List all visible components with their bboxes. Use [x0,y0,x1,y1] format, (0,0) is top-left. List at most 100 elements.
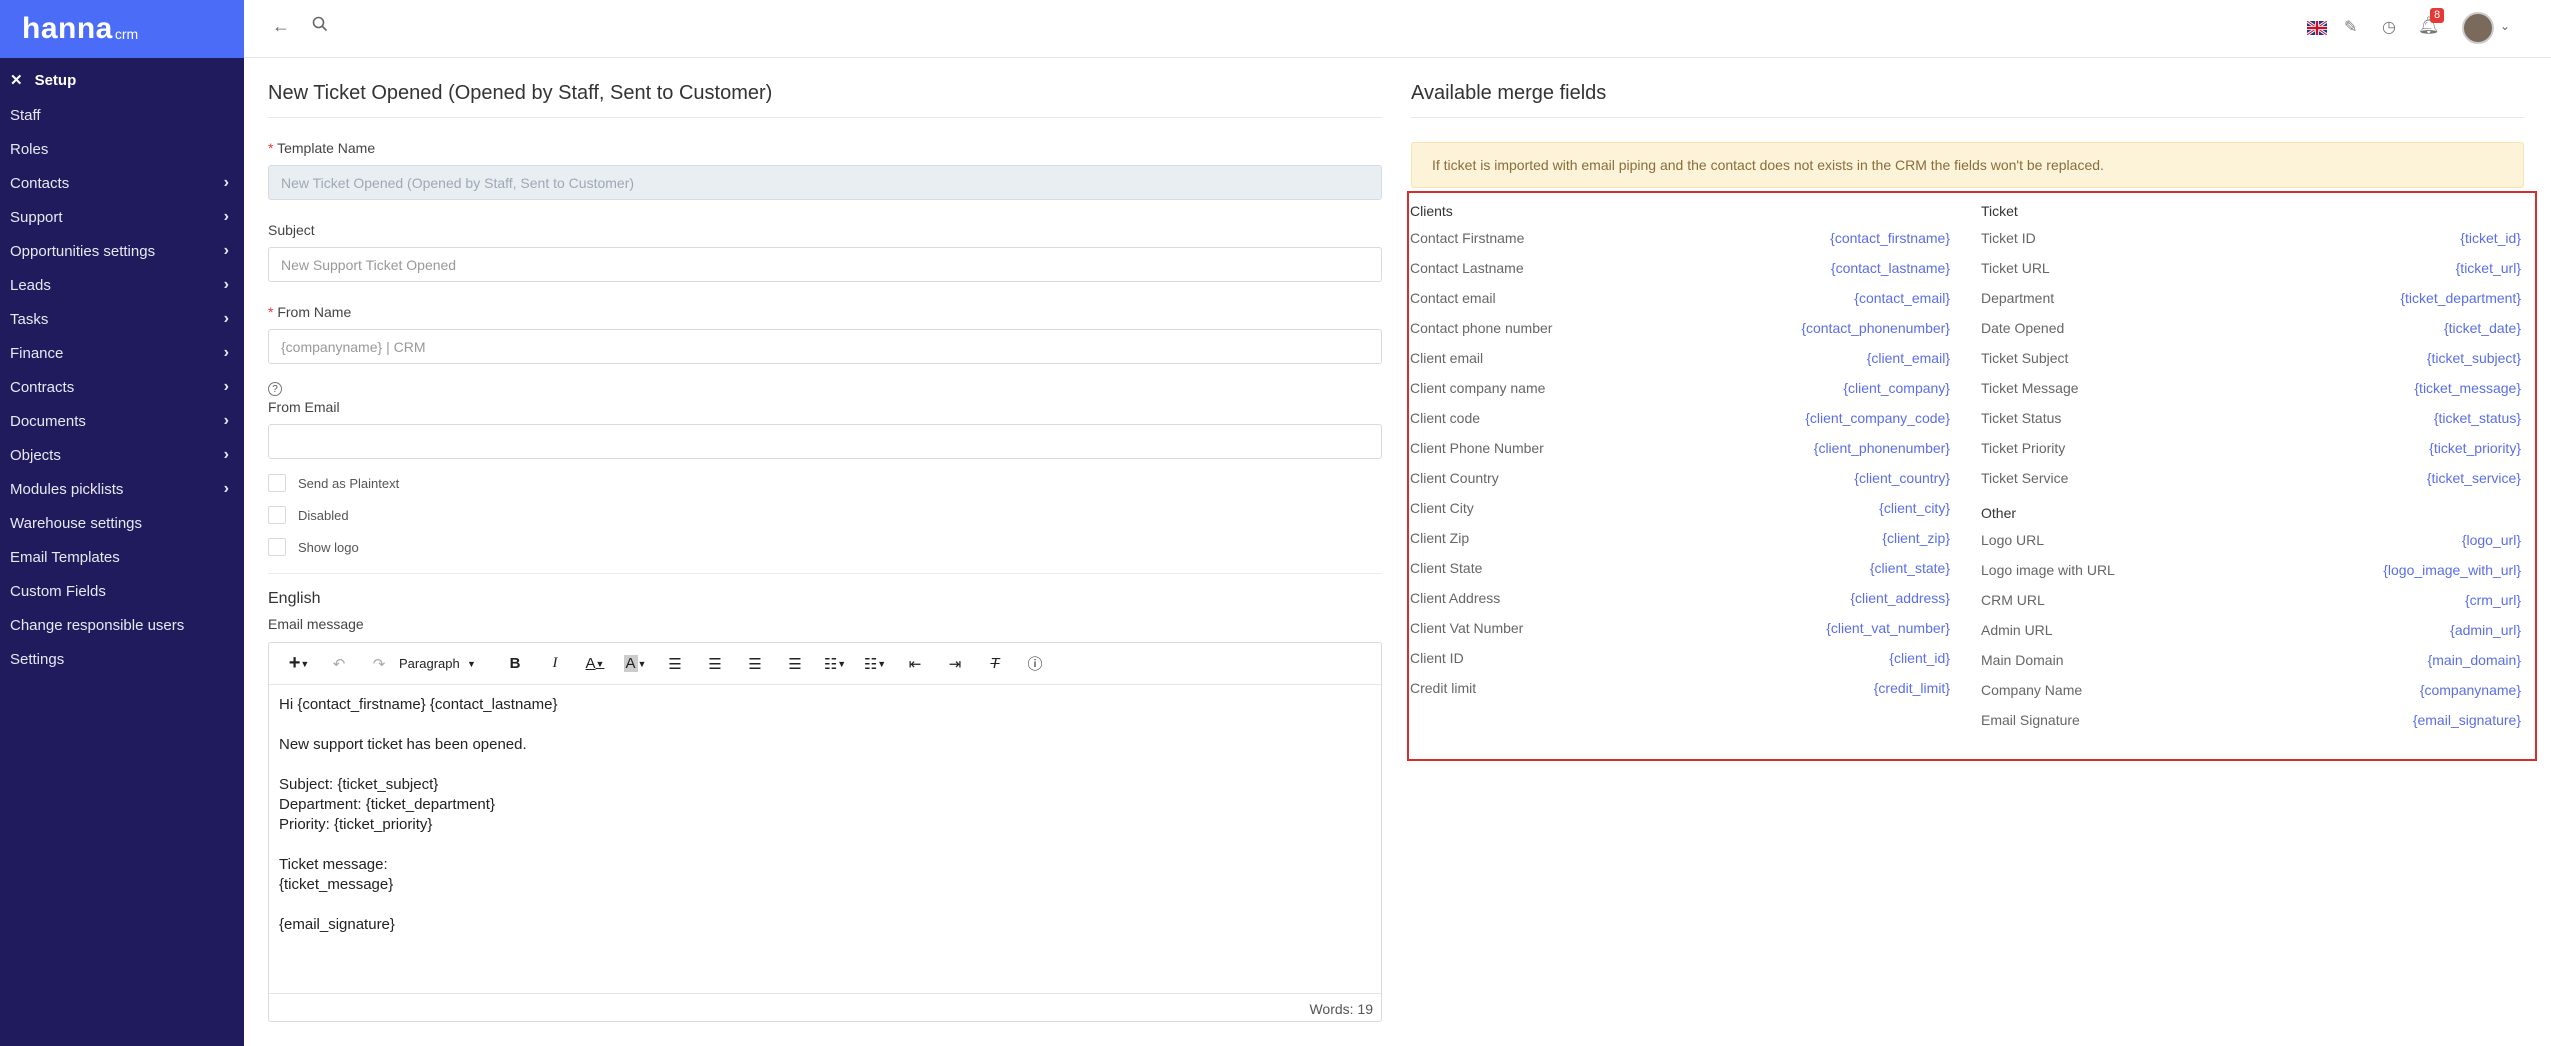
show-logo-option[interactable]: Show logo [268,531,1382,563]
setup-header[interactable]: ✕ Setup [0,62,244,98]
sidebar-item-settings[interactable]: Settings [0,642,244,676]
back-arrow-icon[interactable]: ← [272,16,290,37]
merge-field-key-link[interactable]: {main_domain} [2428,652,2521,668]
merge-field-key-link[interactable]: {ticket_service} [2427,470,2521,486]
merge-field-key-link[interactable]: {crm_url} [2465,592,2521,608]
merge-field-key-link[interactable]: {client_email} [1867,350,1950,366]
sidebar-item-email-templates[interactable]: Email Templates [0,540,244,574]
merge-field-key-link[interactable]: {contact_email} [1854,290,1950,306]
merge-field-key-link[interactable]: {contact_lastname} [1831,260,1950,276]
highlight-color-icon[interactable]: A ▼ [615,649,655,679]
sidebar-item-custom-fields[interactable]: Custom Fields [0,574,244,608]
bullet-list-icon[interactable]: ☷ ▼ [815,649,855,679]
send-plaintext-option[interactable]: Send as Plaintext [268,467,1382,499]
disabled-option[interactable]: Disabled [268,499,1382,531]
merge-field-key-link[interactable]: {client_zip} [1882,530,1950,546]
undo-icon[interactable]: ↶ [319,649,359,679]
merge-field-name: Client Country [1410,470,1499,486]
merge-field-key-link[interactable]: {ticket_url} [2456,260,2521,276]
merge-field-key-link[interactable]: {client_country} [1854,470,1950,486]
merge-field-row: Client Address {client_address} [1410,583,1950,613]
merge-field-key-link[interactable]: {client_state} [1870,560,1950,576]
merge-field-key-link[interactable]: {client_phonenumber} [1814,440,1950,456]
indent-icon[interactable]: ⇥ [935,649,975,679]
clients-group-title: Clients [1410,203,1453,219]
merge-field-key-link[interactable]: {ticket_subject} [2427,350,2521,366]
sidebar-item-finance[interactable]: Finance › [0,336,244,370]
sidebar-item-leads[interactable]: Leads › [0,268,244,302]
block-format-select[interactable]: Paragraph ▼ [399,649,495,679]
merge-field-name: Contact email [1410,290,1496,306]
bold-icon[interactable]: B [495,649,535,679]
merge-field-key-link[interactable]: {client_city} [1879,500,1950,516]
sidebar-item-warehouse-settings[interactable]: Warehouse settings [0,506,244,540]
sidebar-item-contacts[interactable]: Contacts › [0,166,244,200]
merge-field-key-link[interactable]: {companyname} [2420,682,2521,698]
outdent-icon[interactable]: ⇤ [895,649,935,679]
merge-field-row: Ticket Priority {ticket_priority} [1981,433,2521,463]
merge-field-key-link[interactable]: {logo_image_with_url} [2383,562,2521,578]
insert-plus-icon[interactable]: + ▼ [279,649,319,679]
sidebar-item-change-responsible-users[interactable]: Change responsible users [0,608,244,642]
italic-icon[interactable]: I [535,649,575,679]
merge-field-name: Ticket Service [1981,470,2069,486]
numbered-list-icon[interactable]: ☷ ▼ [855,649,895,679]
brand-logo[interactable]: hanna crm [0,0,244,58]
editor-content[interactable]: Hi {contact_firstname} {contact_lastname… [269,685,1381,945]
subject-input[interactable] [268,247,1382,282]
uk-flag-icon[interactable] [2306,19,2328,37]
search-icon[interactable] [312,16,328,37]
merge-field-key-link[interactable]: {ticket_priority} [2429,440,2521,456]
sidebar-item-label: Staff [10,106,41,124]
merge-field-key-link[interactable]: {client_id} [1889,650,1950,666]
merge-field-key-link[interactable]: {client_address} [1850,590,1950,606]
help-icon[interactable]: ? [268,382,282,396]
redo-icon[interactable]: ↷ [359,649,399,679]
align-left-icon[interactable]: ☰ [655,649,695,679]
align-right-icon[interactable]: ☰ [735,649,775,679]
sidebar-item-label: Leads [10,276,51,294]
send-plaintext-checkbox[interactable] [268,474,286,492]
merge-field-key-link[interactable]: {email_signature} [2413,712,2521,728]
merge-field-key-link[interactable]: {ticket_date} [2444,320,2521,336]
disabled-checkbox[interactable] [268,506,286,524]
avatar[interactable] [2462,12,2494,44]
setup-label: Setup [34,71,77,89]
from-email-input[interactable] [268,424,1382,459]
sidebar-item-documents[interactable]: Documents › [0,404,244,438]
sidebar-item-tasks[interactable]: Tasks › [0,302,244,336]
clear-format-icon[interactable]: T [975,649,1015,679]
sidebar-item-support[interactable]: Support › [0,200,244,234]
merge-field-key-link[interactable]: {client_company} [1843,380,1950,396]
chevron-right-icon: › [223,378,229,395]
merge-field-key-link[interactable]: {contact_phonenumber} [1801,320,1950,336]
help-icon[interactable]: ⓘ [1015,649,1055,679]
align-center-icon[interactable]: ☰ [695,649,735,679]
chevron-right-icon: › [223,446,229,463]
chevron-down-icon[interactable]: ⌄ [2500,19,2510,33]
merge-field-key-link[interactable]: {ticket_department} [2400,290,2521,306]
merge-field-key-link[interactable]: {admin_url} [2450,622,2521,638]
sidebar-item-objects[interactable]: Objects › [0,438,244,472]
align-justify-icon[interactable]: ☰ [775,649,815,679]
sidebar-item-modules-picklists[interactable]: Modules picklists › [0,472,244,506]
merge-field-key-link[interactable]: {ticket_status} [2434,410,2521,426]
text-color-icon[interactable]: A ▼ [575,649,615,679]
merge-field-key-link[interactable]: {contact_firstname} [1830,230,1950,246]
show-logo-checkbox[interactable] [268,538,286,556]
clock-icon[interactable]: ◷ [2382,17,2396,37]
merge-field-key-link[interactable]: {credit_limit} [1874,680,1950,696]
template-name-input[interactable] [268,165,1382,200]
merge-field-key-link[interactable]: {ticket_id} [2460,230,2521,246]
merge-field-key-link[interactable]: {logo_url} [2462,532,2521,548]
from-name-input[interactable] [268,329,1382,364]
sidebar-item-staff[interactable]: Staff [0,98,244,132]
sidebar-item-contracts[interactable]: Contracts › [0,370,244,404]
close-icon[interactable]: ✕ [10,71,23,89]
merge-field-key-link[interactable]: {client_company_code} [1805,410,1950,426]
merge-field-key-link[interactable]: {client_vat_number} [1826,620,1950,636]
merge-field-key-link[interactable]: {ticket_message} [2414,380,2521,396]
pin-icon[interactable]: ✎ [2344,17,2357,37]
sidebar-item-roles[interactable]: Roles [0,132,244,166]
sidebar-item-opportunities-settings[interactable]: Opportunities settings › [0,234,244,268]
